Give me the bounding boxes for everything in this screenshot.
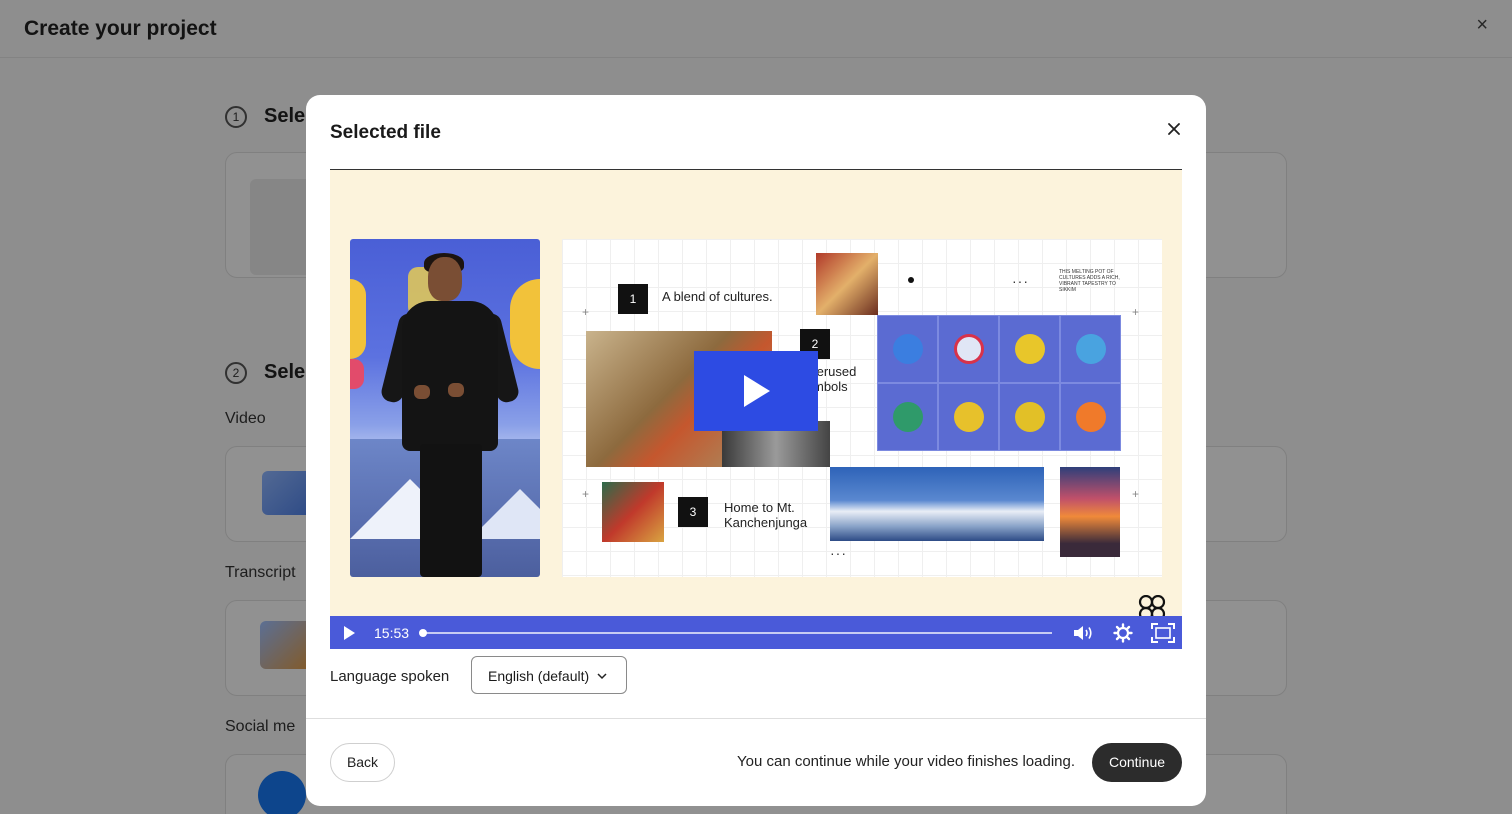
slide-mask-image — [816, 253, 878, 315]
play-icon — [744, 375, 770, 407]
video-controls-bar: 15:53 — [330, 616, 1182, 649]
progress-scrubber-handle[interactable] — [419, 629, 427, 637]
language-select-value: English (default) — [488, 668, 590, 684]
play-video-button[interactable] — [694, 351, 818, 431]
slide-text-3: Home to Mt. Kanchenjunga — [724, 500, 808, 530]
slide-drummer-image — [602, 482, 664, 542]
video-slide: + + + + 1 A blend of cultures. ··· This … — [562, 239, 1162, 577]
back-button[interactable]: Back — [330, 743, 395, 782]
fullscreen-icon[interactable] — [1150, 622, 1176, 644]
dialog-title: Selected file — [330, 122, 441, 143]
continue-button[interactable]: Continue — [1092, 743, 1182, 782]
video-progress-bar[interactable] — [419, 629, 1052, 637]
language-select[interactable]: English (default) — [471, 656, 627, 694]
player-top-edge — [330, 169, 1182, 170]
video-duration: 15:53 — [374, 625, 410, 641]
chevron-down-icon — [597, 673, 607, 680]
slide-number-1: 1 — [618, 284, 648, 314]
video-player[interactable]: + + + + 1 A blend of cultures. ··· This … — [330, 169, 1182, 649]
language-spoken-label: Language spoken — [330, 668, 450, 685]
volume-icon[interactable] — [1072, 624, 1094, 642]
footer-divider — [306, 718, 1206, 719]
slide-number-3: 3 — [678, 497, 708, 527]
slide-symbols-image — [877, 315, 1121, 451]
play-icon-small[interactable] — [340, 624, 358, 642]
settings-gear-icon[interactable] — [1113, 623, 1133, 643]
slide-sunset-image — [1060, 467, 1120, 557]
selected-file-dialog: Selected file + + + + 1 A blend of cultu… — [306, 95, 1206, 806]
loading-hint-text: You can continue while your video finish… — [737, 753, 1076, 770]
close-icon[interactable] — [1164, 119, 1184, 139]
slide-small-caption: This melting pot of cultures adds a rich… — [1059, 269, 1120, 293]
slide-mountain-image — [830, 467, 1044, 541]
video-presenter-image — [350, 239, 540, 577]
slide-text-1: A blend of cultures. — [662, 289, 773, 304]
